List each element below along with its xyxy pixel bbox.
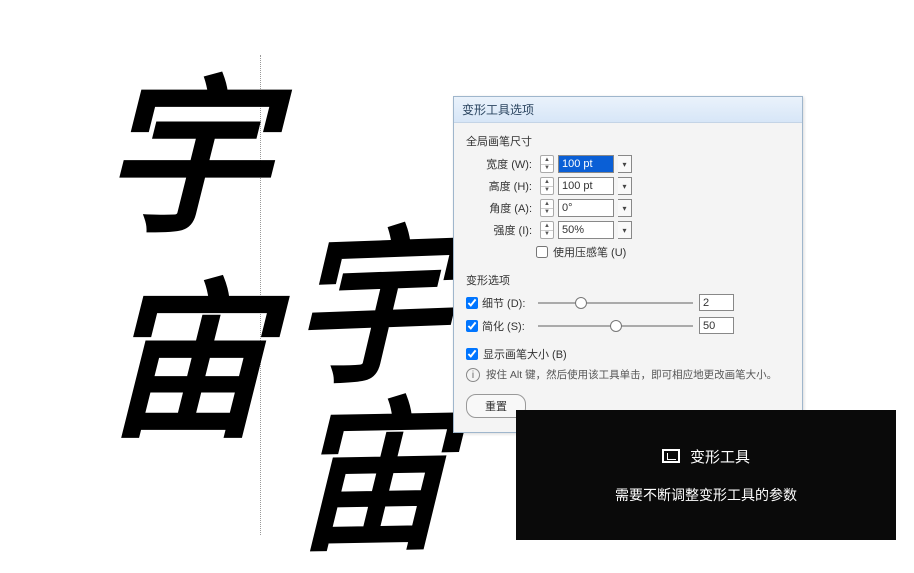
tip: i 按住 Alt 键，然后使用该工具单击，即可相应地更改画笔大小。 [466, 368, 790, 384]
height-input[interactable]: 100 pt [558, 177, 614, 195]
warp-tool-icon [662, 449, 680, 463]
simplify-slider[interactable] [538, 319, 693, 333]
simplify-checkbox[interactable] [466, 320, 478, 332]
tip-text: 按住 Alt 键，然后使用该工具单击，即可相应地更改画笔大小。 [486, 368, 777, 384]
calli-char-2: 宙 [100, 280, 270, 450]
intensity-dropdown[interactable]: ▾ [618, 221, 632, 239]
calli-char-3: 宇 [290, 223, 450, 397]
simplify-label: 简化 (S): [482, 318, 525, 334]
detail-slider[interactable] [538, 296, 693, 310]
height-dropdown[interactable]: ▾ [618, 177, 632, 195]
width-input[interactable]: 100 pt [558, 155, 614, 173]
show-brush-label: 显示画笔大小 (B) [483, 346, 567, 362]
warp-tool-options-dialog: 变形工具选项 全局画笔尺寸 宽度 (W): ▲▼ 100 pt ▾ 高度 (H)… [453, 96, 803, 433]
simplify-value[interactable]: 50 [699, 317, 734, 334]
intensity-input[interactable]: 50% [558, 221, 614, 239]
chevron-up-icon[interactable]: ▲ [541, 200, 553, 209]
chevron-up-icon[interactable]: ▲ [541, 222, 553, 231]
group-title-brush: 全局画笔尺寸 [466, 133, 790, 149]
tooltip-title: 变形工具 [690, 446, 750, 467]
angle-dropdown[interactable]: ▾ [618, 199, 632, 217]
detail-checkbox[interactable] [466, 297, 478, 309]
group-title-warp: 变形选项 [466, 272, 790, 288]
detail-value[interactable]: 2 [699, 294, 734, 311]
chevron-up-icon[interactable]: ▲ [541, 178, 553, 187]
width-dropdown[interactable]: ▾ [618, 155, 632, 173]
chevron-down-icon[interactable]: ▼ [541, 165, 553, 173]
calli-char-1: 宇 [100, 75, 270, 245]
tooltip-panel: 变形工具 需要不断调整变形工具的参数 [516, 410, 896, 540]
use-pressure-checkbox[interactable] [536, 246, 548, 258]
info-icon: i [466, 368, 480, 382]
calli-char-4: 宙 [290, 397, 450, 563]
warp-options-group: 变形选项 细节 (D): 2 简化 (S): [466, 272, 790, 334]
angle-input[interactable]: 0° [558, 199, 614, 217]
chevron-down-icon[interactable]: ▼ [541, 231, 553, 239]
use-pressure-label: 使用压感笔 (U) [553, 244, 626, 260]
tooltip-description: 需要不断调整变形工具的参数 [615, 485, 797, 505]
angle-label: 角度 (A): [466, 200, 536, 216]
show-brush-checkbox[interactable] [466, 348, 478, 360]
angle-spinner[interactable]: ▲▼ [540, 199, 554, 217]
chevron-up-icon[interactable]: ▲ [541, 156, 553, 165]
brush-dimensions-group: 全局画笔尺寸 宽度 (W): ▲▼ 100 pt ▾ 高度 (H): ▲▼ 10… [466, 133, 790, 260]
intensity-label: 强度 (I): [466, 222, 536, 238]
width-label: 宽度 (W): [466, 156, 536, 172]
height-label: 高度 (H): [466, 178, 536, 194]
width-spinner[interactable]: ▲▼ [540, 155, 554, 173]
chevron-down-icon[interactable]: ▼ [541, 187, 553, 195]
height-spinner[interactable]: ▲▼ [540, 177, 554, 195]
detail-label: 细节 (D): [482, 295, 525, 311]
intensity-spinner[interactable]: ▲▼ [540, 221, 554, 239]
dialog-titlebar: 变形工具选项 [454, 97, 802, 123]
chevron-down-icon[interactable]: ▼ [541, 209, 553, 217]
